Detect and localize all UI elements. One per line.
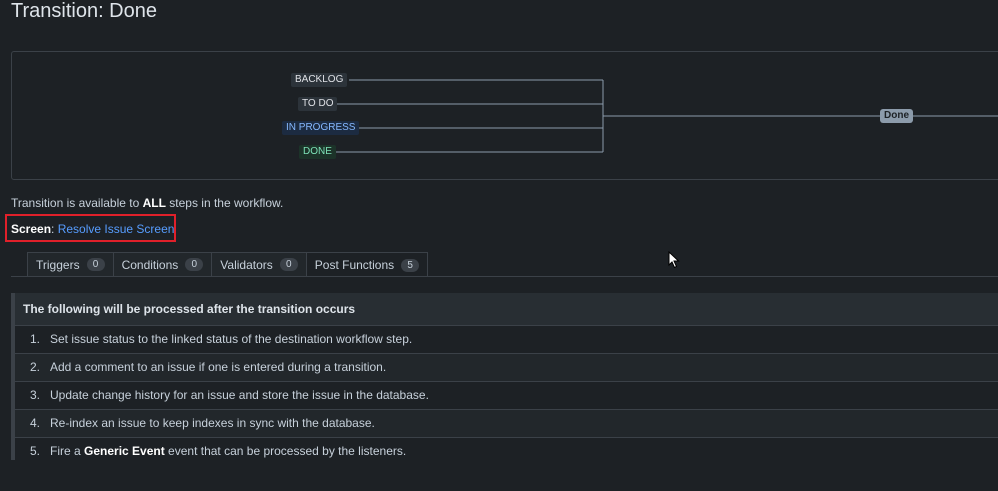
list-item: 1. Set issue status to the linked status … — [15, 325, 998, 353]
item-text: Re-index an issue to keep indexes in syn… — [50, 416, 375, 430]
list-item: 3. Update change history for an issue and… — [15, 381, 998, 409]
tab-conditions[interactable]: Conditions 0 — [112, 252, 213, 276]
status-to-do[interactable]: TO DO — [298, 97, 338, 111]
screen-separator: : — [51, 222, 58, 236]
tab-label: Conditions — [121, 257, 179, 272]
list-item: 5. Fire a Generic Event event that can be… — [15, 437, 998, 465]
transition-target-done[interactable]: Done — [880, 109, 913, 123]
tab-count-badge: 0 — [279, 258, 298, 271]
resolve-issue-screen-link[interactable]: Resolve Issue Screen — [58, 222, 175, 236]
screen-info: Screen: Resolve Issue Screen — [11, 222, 174, 236]
availability-prefix: Transition is available to — [11, 196, 143, 210]
list-item: 4. Re-index an issue to keep indexes in s… — [15, 409, 998, 437]
page-title: Transition: Done — [11, 0, 157, 22]
workflow-diagram: BACKLOG TO DO IN PROGRESS DONE Done — [11, 51, 998, 180]
item-number: 2. — [30, 360, 41, 374]
item-text-suffix: event that can be processed by the liste… — [164, 444, 407, 458]
status-in-progress[interactable]: IN PROGRESS — [282, 121, 360, 135]
post-functions-heading: The following will be processed after th… — [15, 293, 998, 325]
mouse-cursor-icon — [668, 251, 680, 269]
list-item: 2. Add a comment to an issue if one is en… — [15, 353, 998, 381]
item-number: 5. — [30, 444, 41, 458]
item-text: Add a comment to an issue if one is ente… — [50, 360, 387, 374]
item-text: Set issue status to the linked status of… — [50, 332, 413, 346]
transition-tabs: Triggers 0 Conditions 0 Validators 0 Pos… — [27, 252, 429, 277]
tab-triggers[interactable]: Triggers 0 — [27, 252, 114, 276]
tab-label: Post Functions — [314, 258, 395, 272]
item-number: 1. — [30, 332, 41, 346]
post-functions-panel: The following will be processed after th… — [11, 293, 998, 460]
item-number: 4. — [30, 416, 41, 430]
tab-validators[interactable]: Validators 0 — [211, 252, 307, 276]
item-text-prefix: Fire a — [50, 444, 85, 458]
tab-count-badge: 0 — [86, 258, 105, 271]
diagram-connectors — [335, 79, 998, 153]
item-text: Update change history for an issue and s… — [50, 388, 429, 402]
tab-count-badge: 5 — [401, 258, 420, 272]
status-done[interactable]: DONE — [299, 145, 336, 159]
status-backlog[interactable]: BACKLOG — [291, 73, 348, 87]
availability-text: Transition is available to ALL steps in … — [11, 196, 283, 210]
availability-suffix: steps in the workflow. — [165, 196, 284, 210]
tab-label: Validators — [220, 257, 273, 272]
tab-count-badge: 0 — [185, 258, 204, 271]
item-event-name: Generic Event — [84, 444, 165, 458]
tab-post-functions[interactable]: Post Functions 5 — [305, 252, 429, 277]
screen-label: Screen — [11, 222, 52, 236]
availability-emphasis: ALL — [142, 196, 166, 210]
tab-label: Triggers — [36, 257, 80, 272]
tabs-divider — [11, 276, 998, 277]
item-number: 3. — [30, 388, 41, 402]
